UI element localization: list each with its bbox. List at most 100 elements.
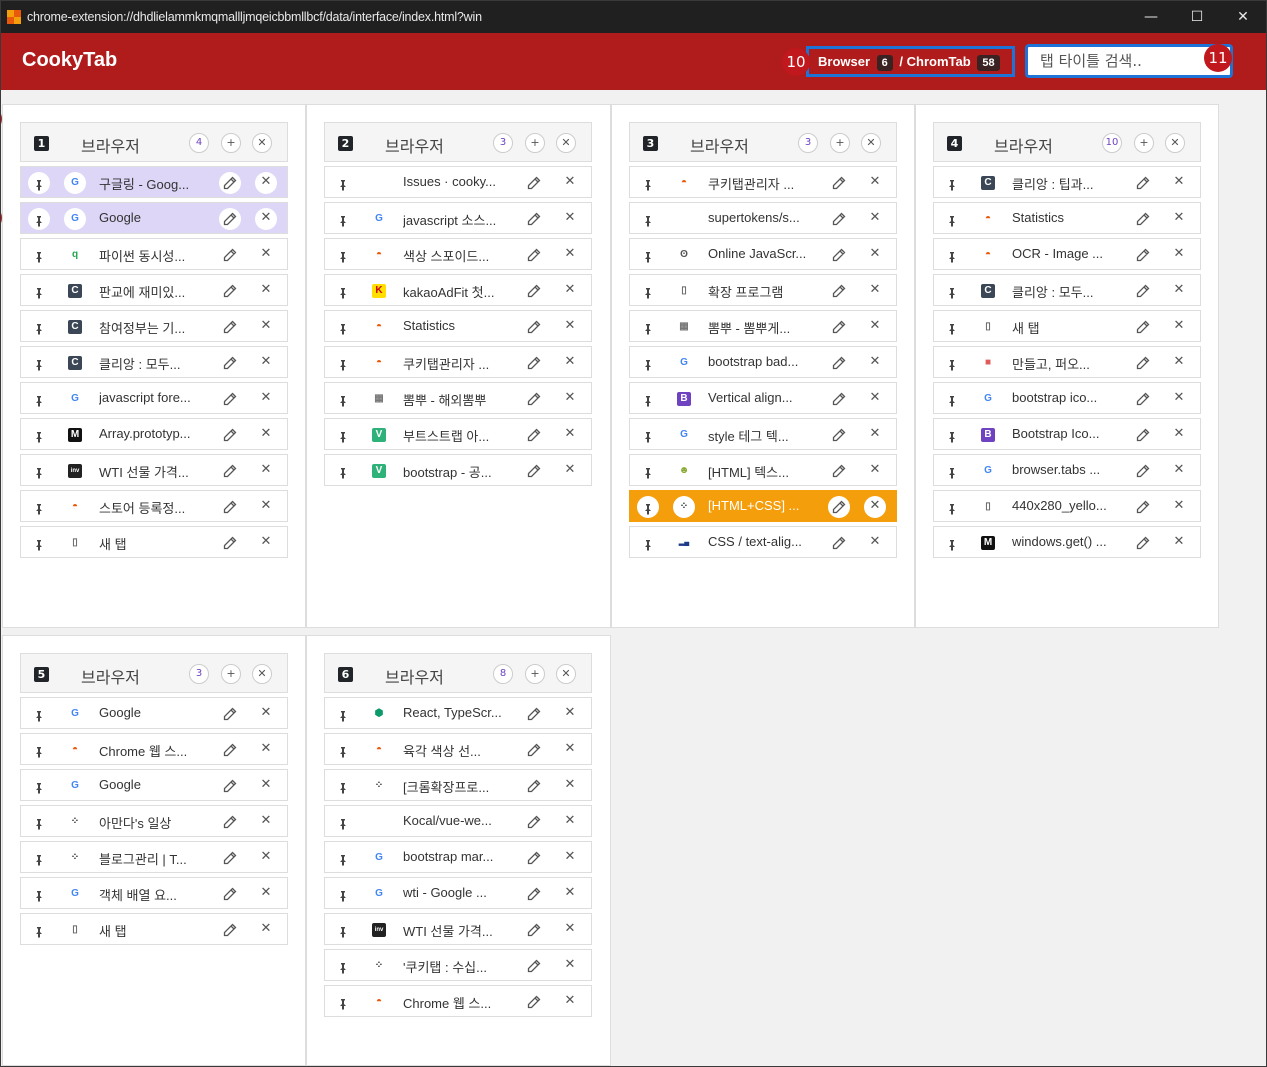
pin-icon[interactable]	[33, 176, 45, 191]
tab-title[interactable]: Google	[99, 210, 209, 225]
close-tab-icon[interactable]: ✕	[1170, 245, 1188, 263]
tab-row[interactable]: Gstyle 테그 텍... ✕	[629, 418, 897, 450]
close-tab-icon[interactable]: ✕	[561, 776, 579, 794]
pin-icon[interactable]	[946, 392, 958, 407]
tab-row[interactable]: Gbootstrap bad... ✕	[629, 346, 897, 378]
tab-title[interactable]: Issues · cooky...	[403, 174, 513, 189]
edit-icon[interactable]	[1134, 354, 1152, 372]
tab-row[interactable]: G Google ✕	[20, 202, 288, 234]
close-tab-icon[interactable]: ✕	[1170, 389, 1188, 407]
pin-icon[interactable]	[33, 851, 45, 866]
pin-icon[interactable]	[642, 320, 654, 335]
pin-icon[interactable]	[642, 284, 654, 299]
pin-icon[interactable]	[946, 500, 958, 515]
tab-row[interactable]: ◓ 쿠키탭관리자 ... ✕	[324, 346, 592, 378]
edit-icon[interactable]	[221, 813, 239, 831]
tab-title[interactable]: Statistics	[1012, 210, 1122, 225]
tab-title[interactable]: bootstrap bad...	[708, 354, 818, 369]
pin-icon[interactable]	[337, 248, 349, 263]
pin-icon[interactable]	[337, 815, 349, 830]
add-tab-button[interactable]: +	[221, 664, 241, 684]
tab-row[interactable]: Gjavascript 소스... ✕	[324, 202, 592, 234]
tab-title[interactable]: 스토어 등록정...	[99, 498, 209, 517]
pin-icon[interactable]	[33, 779, 45, 794]
close-browser-button[interactable]: ✕	[556, 664, 576, 684]
close-tab-icon[interactable]: ✕	[561, 461, 579, 479]
tab-title[interactable]: Google	[99, 705, 209, 720]
tab-row[interactable]: ◓ Chrome 웹 스... ✕	[20, 733, 288, 765]
tab-title[interactable]: style 테그 텍...	[708, 426, 818, 445]
edit-icon[interactable]	[525, 849, 543, 867]
edit-icon[interactable]	[830, 390, 848, 408]
edit-icon[interactable]	[525, 813, 543, 831]
pin-icon[interactable]	[642, 392, 654, 407]
tab-row[interactable]: ☻ [HTML] 텍스... ✕	[629, 454, 897, 486]
tab-row[interactable]: ◓ Statistics ✕	[933, 202, 1201, 234]
tab-title[interactable]: 파이썬 동시성...	[99, 246, 209, 265]
tab-title[interactable]: Statistics	[403, 318, 513, 333]
tab-title[interactable]: 뽐뿌 - 뽐뿌게...	[708, 318, 818, 337]
edit-icon[interactable]	[830, 462, 848, 480]
tab-title[interactable]: 부트스트랩 아...	[403, 426, 513, 445]
add-tab-button[interactable]: +	[221, 133, 241, 153]
tab-row[interactable]: C 클리앙 : 팁과... ✕	[933, 166, 1201, 198]
tab-row[interactable]: ⁘ [HTML+CSS] ... ✕	[629, 490, 897, 522]
edit-icon[interactable]	[525, 174, 543, 192]
edit-icon[interactable]	[830, 318, 848, 336]
pin-icon[interactable]	[33, 464, 45, 479]
close-tab-icon[interactable]: ✕	[1170, 461, 1188, 479]
tab-title[interactable]: 클리앙 : 모두...	[1012, 282, 1122, 301]
tab-title[interactable]: 참여정부는 기...	[99, 318, 209, 337]
edit-icon[interactable]	[525, 462, 543, 480]
tab-row[interactable]: inv WTI 선물 가격... ✕	[20, 454, 288, 486]
tab-row[interactable]: G Google ✕	[20, 697, 288, 729]
close-tab-icon[interactable]: ✕	[257, 353, 275, 371]
tab-title[interactable]: javascript 소스...	[403, 210, 513, 229]
close-tab-icon[interactable]: ✕	[561, 281, 579, 299]
edit-icon[interactable]	[525, 426, 543, 444]
close-tab-icon[interactable]: ✕	[561, 740, 579, 758]
tab-title[interactable]: 육각 색상 선...	[403, 741, 513, 760]
tab-row[interactable]: B Vertical align... ✕	[629, 382, 897, 414]
pin-icon[interactable]	[946, 536, 958, 551]
tab-title[interactable]: WTI 선물 가격...	[99, 462, 209, 481]
add-tab-button[interactable]: +	[830, 133, 850, 153]
pin-icon[interactable]	[337, 284, 349, 299]
tab-title[interactable]: 블로그관리 | T...	[99, 849, 209, 868]
minimize-button[interactable]: —	[1128, 1, 1174, 33]
tab-title[interactable]: 색상 스포이드...	[403, 246, 513, 265]
tab-title[interactable]: [크롬확장프로...	[403, 777, 513, 796]
tab-row[interactable]: ▯ 새 탭 ✕	[933, 310, 1201, 342]
tab-row[interactable]: ʘ Online JavaScr... ✕	[629, 238, 897, 270]
tab-row[interactable]: ▯ 새 탭 ✕	[20, 526, 288, 558]
close-tab-icon[interactable]: ✕	[257, 497, 275, 515]
edit-icon[interactable]	[221, 534, 239, 552]
tab-row[interactable]: ◓ 육각 색상 선... ✕	[324, 733, 592, 765]
pin-icon[interactable]	[337, 212, 349, 227]
pin-icon[interactable]	[642, 500, 654, 515]
tab-row[interactable]: C 참여정부는 기... ✕	[20, 310, 288, 342]
pin-icon[interactable]	[33, 815, 45, 830]
edit-icon[interactable]	[525, 246, 543, 264]
tab-row[interactable]: G 객체 배열 요... ✕	[20, 877, 288, 909]
tab-title[interactable]: 새 탭	[99, 921, 209, 940]
close-tab-icon[interactable]: ✕	[866, 389, 884, 407]
close-tab-icon[interactable]: ✕	[561, 425, 579, 443]
pin-icon[interactable]	[337, 356, 349, 371]
pin-icon[interactable]	[337, 959, 349, 974]
tab-title[interactable]: 뽐뿌 - 해외뽐뿌	[403, 390, 513, 409]
tab-row[interactable]: Mwindows.get() ... ✕	[933, 526, 1201, 558]
close-tab-icon[interactable]: ✕	[1170, 425, 1188, 443]
edit-icon[interactable]	[221, 741, 239, 759]
edit-icon[interactable]	[221, 426, 239, 444]
close-tab-icon[interactable]: ✕	[866, 317, 884, 335]
tab-title[interactable]: kakaoAdFit 첫...	[403, 282, 513, 301]
pin-icon[interactable]	[33, 320, 45, 335]
tab-title[interactable]: Chrome 웹 스...	[99, 741, 209, 760]
close-tab-icon[interactable]: ✕	[257, 173, 275, 191]
tab-title[interactable]: Bootstrap Ico...	[1012, 426, 1122, 441]
edit-icon[interactable]	[830, 174, 848, 192]
edit-icon[interactable]	[525, 282, 543, 300]
tab-title[interactable]: browser.tabs ...	[1012, 462, 1122, 477]
pin-icon[interactable]	[642, 176, 654, 191]
